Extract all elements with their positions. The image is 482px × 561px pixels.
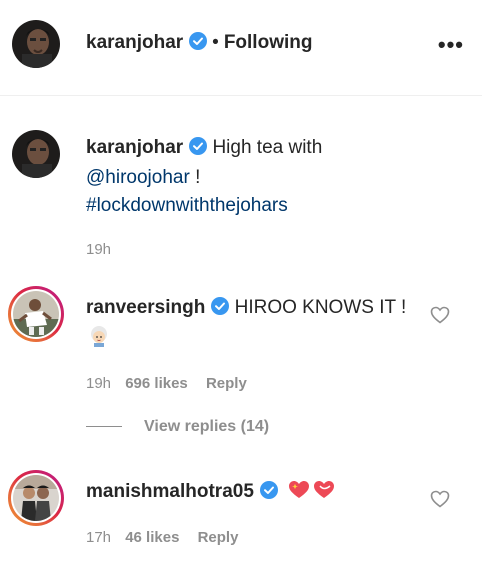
caption-time: 19h [86, 241, 112, 258]
verified-badge-icon [259, 480, 278, 508]
sparkling-heart-emoji-icon [287, 479, 337, 510]
reply-button[interactable]: Reply [206, 375, 247, 392]
more-options-icon[interactable]: ••• [438, 32, 464, 58]
like-heart-icon[interactable] [430, 490, 450, 513]
comment: manishmalhotra05 17h 46 likes Reply [86, 478, 416, 552]
header-separator: • [212, 32, 219, 53]
avatar [13, 475, 59, 521]
avatar [13, 291, 59, 337]
comment-meta: 19h 696 likes Reply [86, 370, 416, 398]
following-button[interactable]: Following [224, 32, 313, 53]
mention-link[interactable]: @hiroojohar [86, 167, 190, 188]
avatar[interactable] [12, 20, 60, 68]
comment-username[interactable]: ranveersingh [86, 297, 205, 318]
story-ring[interactable] [8, 286, 64, 342]
header-username[interactable]: karanjohar [86, 32, 183, 53]
caption-avatar[interactable] [12, 130, 60, 178]
comment-time: 17h [86, 529, 112, 546]
like-heart-icon[interactable] [430, 306, 450, 329]
likes-count[interactable]: 46 likes [125, 529, 179, 546]
comment: ranveersingh HIROO KNOWS IT ! 19h 696 li… [86, 294, 416, 398]
verified-badge-icon [189, 32, 208, 55]
post-header: karanjohar • Following ••• [0, 0, 482, 96]
reply-button[interactable]: Reply [198, 529, 239, 546]
comment-time: 19h [86, 375, 112, 392]
replies-divider [86, 426, 122, 428]
verified-badge-icon [189, 136, 208, 164]
comment-meta: 17h 46 likes Reply [86, 524, 416, 552]
caption-username[interactable]: karanjohar [86, 137, 183, 158]
story-ring[interactable] [8, 470, 64, 526]
comment-text: HIROO KNOWS IT ! [234, 297, 407, 318]
post-caption: karanjohar High tea with @hiroojohar ! #… [86, 134, 436, 264]
old-woman-emoji-icon [88, 325, 110, 356]
caption-text-end: ! [189, 167, 201, 188]
view-replies-label: View replies (14) [144, 418, 270, 435]
caption-text: High tea with [212, 137, 323, 158]
likes-count[interactable]: 696 likes [125, 375, 188, 392]
comment-username[interactable]: manishmalhotra05 [86, 481, 254, 502]
verified-badge-icon [211, 296, 230, 324]
view-replies-button[interactable]: View replies (14) [86, 418, 269, 436]
hashtag-link[interactable]: #lockdownwiththejohars [86, 195, 288, 216]
